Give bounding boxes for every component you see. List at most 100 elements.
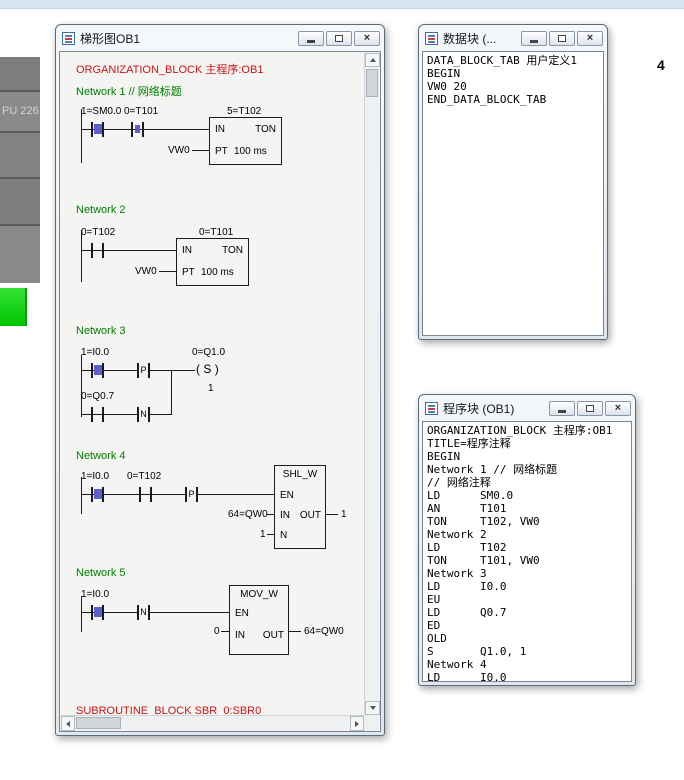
horizontal-scrollbar[interactable] [61, 715, 364, 730]
contact-t101[interactable] [131, 122, 144, 137]
box-pin-in: IN [280, 510, 290, 521]
contact-q0.7[interactable] [91, 407, 104, 422]
close-icon: × [587, 32, 593, 45]
cpu-segment [0, 179, 40, 224]
close-button[interactable]: × [354, 31, 380, 46]
code-line: Network 3 [427, 567, 631, 580]
code-line: S Q1.0, 1 [427, 645, 631, 658]
wire-h [267, 534, 274, 535]
desktop: { "page": { "number": "4", "cpu_label": … [0, 0, 684, 780]
minimize-button[interactable] [521, 31, 547, 46]
wire-h [192, 150, 209, 151]
restore-button[interactable] [549, 31, 575, 46]
code-line: // 网络注释 [427, 476, 631, 489]
code-line: Network 4 [427, 658, 631, 671]
contact-label: 0=Q0.7 [81, 391, 114, 402]
contact-label: 1=SM0.0 [81, 106, 121, 117]
code-line: Network 2 [427, 528, 631, 541]
out-operand: 1 [341, 509, 347, 520]
minimize-button[interactable] [298, 31, 324, 46]
ladder-window-titlebar[interactable]: 梯形图OB1 × [56, 25, 384, 49]
minimize-icon [307, 40, 315, 43]
program-block-window-icon [425, 402, 438, 415]
scroll-down-button[interactable] [365, 701, 380, 715]
edge-letter: P [139, 364, 148, 376]
negative-edge-contact[interactable]: N [137, 407, 150, 422]
power-flow-indicator [94, 124, 102, 134]
box-pin-out: OUT [263, 630, 284, 641]
page-number: 4 [657, 57, 665, 73]
contact-label: 1=I0.0 [81, 347, 109, 358]
restore-icon [558, 35, 566, 42]
contact-t102[interactable] [91, 243, 104, 258]
code-line: BEGIN [427, 450, 631, 463]
ladder-canvas[interactable]: ORGANIZATION_BLOCK 主程序:OB1 Network 1 // … [61, 53, 364, 715]
code-line: BEGIN [427, 67, 603, 80]
shl-w-box[interactable]: SHL_W EN IN OUT N [274, 465, 326, 549]
close-button[interactable]: × [605, 401, 631, 416]
contact-t102[interactable] [139, 487, 152, 502]
code-line: VW0 20 [427, 80, 603, 93]
box-pin-in: IN [235, 630, 245, 641]
mov-w-box[interactable]: MOV_W EN IN OUT [229, 585, 289, 655]
contact-sm0.0[interactable] [91, 122, 104, 137]
restore-button[interactable] [577, 401, 603, 416]
horizontal-scroll-thumb[interactable] [76, 717, 121, 729]
data-block-window-icon [425, 32, 438, 45]
wire-h [326, 514, 338, 515]
positive-edge-contact[interactable]: P [185, 487, 198, 502]
scroll-right-button[interactable] [350, 716, 364, 731]
box-label: 5=T102 [227, 106, 261, 117]
vertical-scrollbar[interactable] [364, 53, 379, 715]
block-header: ORGANIZATION_BLOCK 主程序:OB1 [76, 61, 263, 77]
data-block-editor[interactable]: DATA_BLOCK_TAB 用户定义1BEGINVW0 20END_DATA_… [422, 51, 604, 336]
network-title: Network 5 [76, 567, 126, 579]
program-block-editor[interactable]: ORGANIZATION_BLOCK 主程序:OB1TITLE=程序注释BEGI… [422, 421, 632, 682]
close-icon: × [364, 32, 370, 45]
coil-label: 0=Q1.0 [192, 347, 225, 358]
contact-i0.0[interactable] [91, 605, 104, 620]
set-coil[interactable]: S [195, 362, 220, 376]
ton-box[interactable]: IN TON PT 100 ms [209, 117, 282, 165]
pt-operand: VW0 [168, 145, 190, 156]
data-block-text: DATA_BLOCK_TAB 用户定义1BEGINVW0 20END_DATA_… [423, 52, 603, 335]
scroll-left-button[interactable] [61, 716, 75, 731]
ladder-window: 梯形图OB1 × ORGANIZATION_BLOCK 主程序:OB1 Netw… [55, 24, 385, 736]
contact-label: 1=I0.0 [81, 589, 109, 600]
close-button[interactable]: × [577, 31, 603, 46]
pt-operand: VW0 [135, 266, 157, 277]
network-title: Network 3 [76, 325, 126, 337]
ton-box[interactable]: IN TON PT 100 ms [176, 238, 249, 286]
box-type: TON [222, 245, 243, 256]
ladder-editor: ORGANIZATION_BLOCK 主程序:OB1 Network 1 // … [59, 51, 381, 732]
minimize-icon [558, 410, 566, 413]
box-pin-pt: PT [182, 267, 195, 278]
negative-edge-contact[interactable]: N [137, 605, 150, 620]
contact-i0.0[interactable] [91, 487, 104, 502]
power-flow-indicator [94, 365, 102, 375]
edge-letter: P [187, 488, 196, 500]
edge-letter: N [139, 606, 148, 618]
positive-edge-contact[interactable]: P [137, 363, 150, 378]
code-line: EU [427, 593, 631, 606]
green-indicator-block [0, 288, 27, 326]
code-line: TITLE=程序注释 [427, 437, 631, 450]
scrollbar-corner [364, 715, 379, 730]
data-block-window-titlebar[interactable]: 数据块 (... × [419, 25, 607, 49]
code-line: ED [427, 619, 631, 632]
power-rail [81, 109, 82, 163]
arrow-up-icon [370, 58, 376, 62]
code-line: TON T102, VW0 [427, 515, 631, 528]
wire-h [221, 631, 229, 632]
minimize-icon [530, 40, 538, 43]
vertical-scroll-thumb[interactable] [366, 69, 378, 97]
box-pin-pt: PT [215, 146, 228, 157]
contact-i0.0[interactable] [91, 363, 104, 378]
minimize-button[interactable] [549, 401, 575, 416]
cpu-module-strip: PU 226 [0, 57, 40, 283]
restore-button[interactable] [326, 31, 352, 46]
scroll-up-button[interactable] [365, 53, 380, 67]
subroutine-header: SUBROUTINE_BLOCK SBR_0:SBR0 [76, 705, 261, 715]
program-block-window-titlebar[interactable]: 程序块 (OB1) × [419, 395, 635, 419]
box-pin-out: OUT [300, 510, 321, 521]
